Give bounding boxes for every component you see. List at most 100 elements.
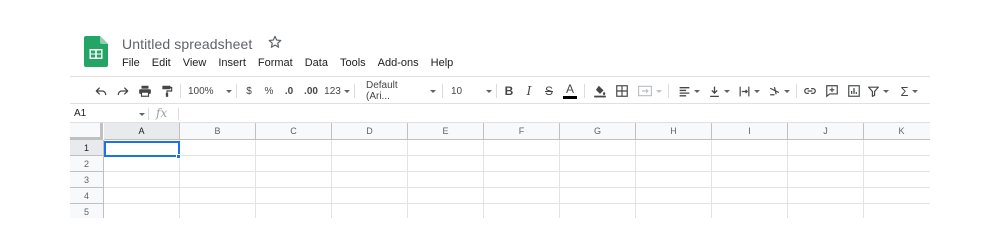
borders-icon[interactable] [614,80,630,102]
cell-c2[interactable] [256,156,332,172]
star-icon[interactable] [267,34,283,50]
column-header-c[interactable]: C [256,123,332,140]
insert-chart-icon[interactable] [846,80,862,102]
cell-b2[interactable] [180,156,256,172]
cell-c3[interactable] [256,172,332,188]
cell-e3[interactable] [408,172,484,188]
redo-icon[interactable] [114,80,132,102]
decrease-decimal-button[interactable]: .0 [280,80,298,102]
cell-a3[interactable] [104,172,180,188]
text-rotation-icon[interactable] [766,80,792,102]
cell-f1[interactable] [484,140,560,156]
format-percent-button[interactable]: % [262,80,276,102]
cell-b1[interactable] [180,140,256,156]
column-header-f[interactable]: F [484,123,560,140]
column-header-e[interactable]: E [408,123,484,140]
merge-cells-icon[interactable] [636,80,662,102]
filter-icon[interactable] [866,80,890,102]
menu-view[interactable]: View [177,56,213,70]
cell-d5[interactable] [332,204,408,218]
column-header-b[interactable]: B [180,123,256,140]
cell-e5[interactable] [408,204,484,218]
bold-button[interactable]: B [502,80,516,102]
row-header-5[interactable]: 5 [70,204,104,218]
format-currency-button[interactable]: $ [242,80,256,102]
cell-k4[interactable] [864,188,930,204]
cell-f3[interactable] [484,172,560,188]
insert-link-icon[interactable] [802,80,818,102]
font-family-select[interactable]: Default (Ari... [362,80,436,102]
cell-i3[interactable] [712,172,788,188]
cell-g1[interactable] [560,140,636,156]
cell-b3[interactable] [180,172,256,188]
cell-d4[interactable] [332,188,408,204]
cell-h2[interactable] [636,156,712,172]
cell-g5[interactable] [560,204,636,218]
cell-f5[interactable] [484,204,560,218]
cell-b4[interactable] [180,188,256,204]
text-wrapping-icon[interactable] [736,80,762,102]
row-header-3[interactable]: 3 [70,172,104,188]
cell-c5[interactable] [256,204,332,218]
sheets-logo[interactable] [84,36,108,67]
cell-b5[interactable] [180,204,256,218]
column-header-k[interactable]: K [864,123,930,140]
column-header-a[interactable]: A [104,123,180,140]
cell-k1[interactable] [864,140,930,156]
italic-button[interactable]: I [522,80,536,102]
cell-k2[interactable] [864,156,930,172]
more-formats-button[interactable]: 123 [324,80,350,102]
cell-i5[interactable] [712,204,788,218]
cell-j3[interactable] [788,172,864,188]
name-box[interactable]: A1 [74,108,86,119]
cell-j5[interactable] [788,204,864,218]
cell-h3[interactable] [636,172,712,188]
cell-h1[interactable] [636,140,712,156]
column-header-i[interactable]: I [712,123,788,140]
print-icon[interactable] [136,80,154,102]
cell-i4[interactable] [712,188,788,204]
cell-f4[interactable] [484,188,560,204]
cell-a4[interactable] [104,188,180,204]
menu-tools[interactable]: Tools [334,56,372,70]
cell-g4[interactable] [560,188,636,204]
cell-e4[interactable] [408,188,484,204]
undo-icon[interactable] [92,80,110,102]
row-header-1[interactable]: 1 [70,140,104,156]
cell-e2[interactable] [408,156,484,172]
horizontal-align-icon[interactable] [676,80,702,102]
cell-j2[interactable] [788,156,864,172]
cell-c1[interactable] [256,140,332,156]
column-header-j[interactable]: J [788,123,864,140]
menu-format[interactable]: Format [252,56,299,70]
zoom-select[interactable]: 100% [186,80,232,102]
cell-a1[interactable] [104,140,180,156]
cell-a2[interactable] [104,156,180,172]
increase-decimal-button[interactable]: .00 [300,80,322,102]
cell-e1[interactable] [408,140,484,156]
fill-handle[interactable] [176,154,181,159]
menu-add-ons[interactable]: Add-ons [372,56,425,70]
menu-data[interactable]: Data [299,56,334,70]
cell-d3[interactable] [332,172,408,188]
cell-g2[interactable] [560,156,636,172]
cell-g3[interactable] [560,172,636,188]
row-header-4[interactable]: 4 [70,188,104,204]
cell-i2[interactable] [712,156,788,172]
menu-edit[interactable]: Edit [146,56,177,70]
fill-color-icon[interactable] [592,80,608,102]
menu-file[interactable]: File [116,56,146,70]
cell-h4[interactable] [636,188,712,204]
cell-i1[interactable] [712,140,788,156]
chevron-down-icon[interactable] [139,113,145,116]
insert-comment-icon[interactable] [824,80,840,102]
cell-h5[interactable] [636,204,712,218]
cell-d1[interactable] [332,140,408,156]
formula-input[interactable] [182,107,922,121]
font-size-select[interactable]: 10 [448,80,493,102]
menu-insert[interactable]: Insert [212,56,252,70]
row-header-2[interactable]: 2 [70,156,104,172]
paint-format-icon[interactable] [158,80,176,102]
cell-f2[interactable] [484,156,560,172]
select-all-corner[interactable] [70,123,103,140]
